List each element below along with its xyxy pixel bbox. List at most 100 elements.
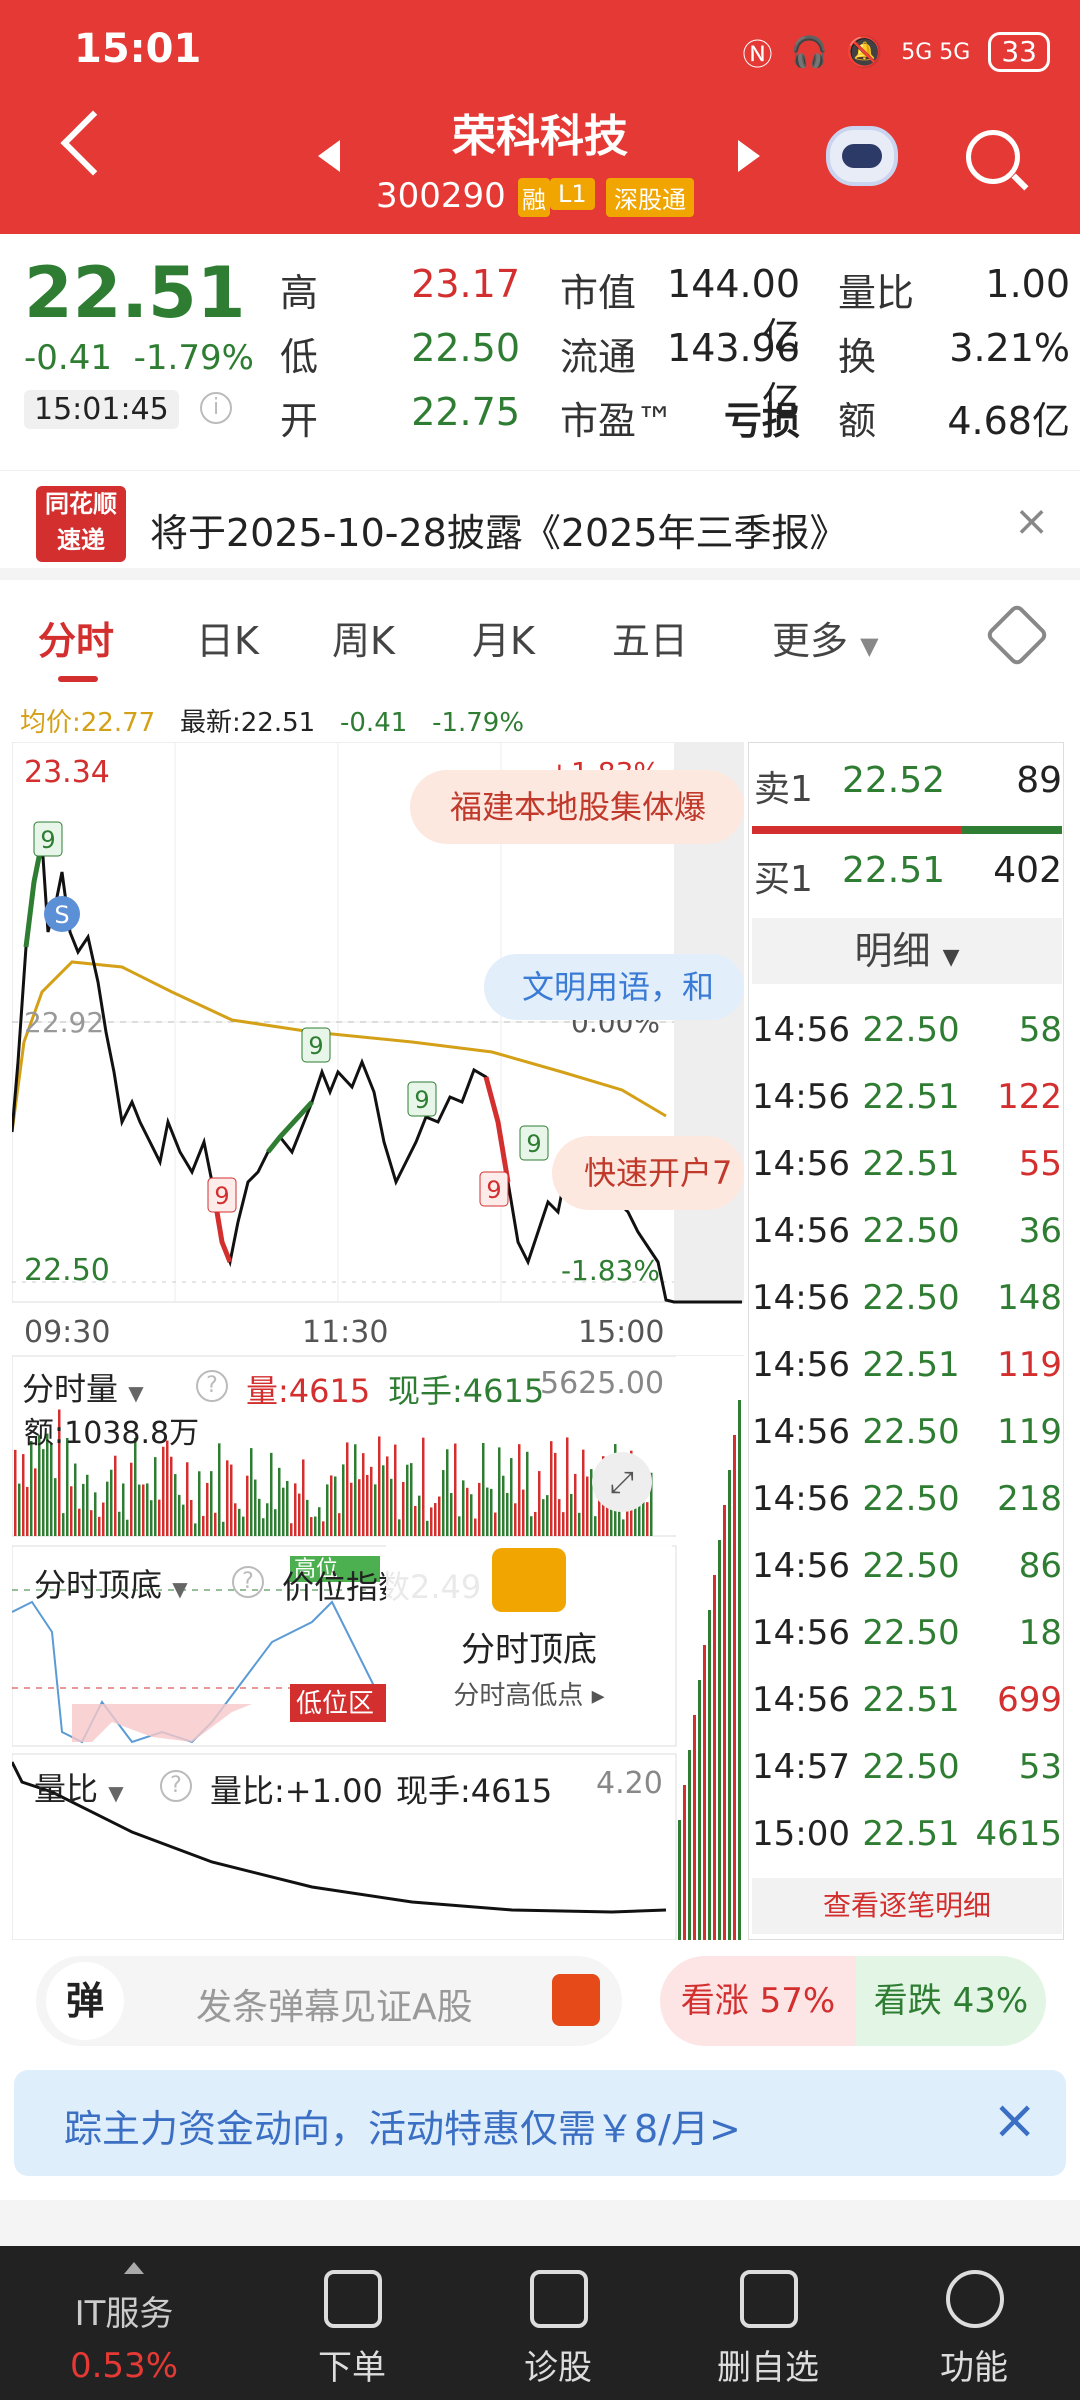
volume-bar bbox=[542, 1499, 545, 1536]
search-icon[interactable] bbox=[966, 130, 1020, 184]
volume-bar bbox=[126, 1519, 129, 1536]
nav-diagnose[interactable]: 诊股 bbox=[468, 2340, 648, 2389]
volume-bar bbox=[50, 1443, 53, 1536]
close-icon[interactable]: × bbox=[1014, 496, 1049, 545]
volume-bar bbox=[162, 1446, 165, 1536]
ratio-panel-label[interactable]: 量比 ▼ bbox=[34, 1764, 124, 1810]
volume-bar bbox=[514, 1503, 517, 1536]
value-pe: 亏损 bbox=[723, 399, 800, 443]
volume-bar bbox=[426, 1520, 429, 1536]
current-price: 22.51 bbox=[24, 252, 246, 334]
volume-bar bbox=[174, 1474, 177, 1536]
label-open: 开 bbox=[280, 399, 319, 443]
diagnose-icon[interactable] bbox=[530, 2270, 588, 2328]
chevron-up-icon[interactable] bbox=[124, 2262, 144, 2274]
volume-bar bbox=[326, 1484, 329, 1536]
topbottom-card[interactable]: 分时顶底 分时高低点 ▸ bbox=[386, 1540, 672, 1736]
volume-bar bbox=[350, 1482, 353, 1536]
label-amount: 额 bbox=[838, 399, 877, 443]
ratio-max: 4.20 bbox=[596, 1766, 663, 1801]
sell1-price: 22.52 bbox=[842, 760, 946, 801]
volume-bar bbox=[378, 1436, 381, 1536]
nav-order[interactable]: 下单 bbox=[262, 2340, 442, 2389]
robot-assistant-icon[interactable] bbox=[826, 126, 898, 186]
ratio-hand: 现手:4615 bbox=[396, 1772, 553, 1810]
promo-banner[interactable]: 踪主力资金动向，活动特惠仅需￥8/月> × bbox=[14, 2070, 1066, 2176]
menu-icon[interactable] bbox=[946, 2270, 1004, 2328]
tab-five-day[interactable]: 五日 bbox=[612, 610, 688, 665]
sector-change: 0.53% bbox=[69, 2346, 178, 2386]
volume-bar bbox=[498, 1447, 501, 1536]
topbottom-panel-label[interactable]: 分时顶底 ▼ bbox=[34, 1560, 188, 1606]
intraday-chart-area[interactable]: 9 9 9 9 9 9 S 23.34 22.92 22.50 +1.83% 0… bbox=[12, 742, 744, 1940]
volume-bar bbox=[494, 1512, 497, 1536]
volume-bar bbox=[622, 1519, 625, 1536]
close-icon[interactable]: × bbox=[992, 2088, 1037, 2151]
nav-functions[interactable]: 功能 bbox=[884, 2340, 1064, 2389]
sell1-volume: 89 bbox=[1016, 760, 1062, 801]
trade-row: 14:56 22.51 55 bbox=[752, 1144, 1062, 1184]
time-label-open: 09:30 bbox=[24, 1315, 110, 1350]
label-float-cap: 流通 bbox=[560, 335, 637, 379]
tab-daily-k[interactable]: 日K bbox=[196, 610, 259, 665]
pct-min-label: -1.83% bbox=[561, 1254, 660, 1287]
low-zone-label: 低位区 bbox=[296, 1689, 374, 1719]
view-all-trades-link[interactable]: 查看逐笔明细 bbox=[752, 1878, 1062, 1934]
volume-bar bbox=[566, 1437, 569, 1536]
tab-intraday[interactable]: 分时 bbox=[38, 610, 114, 665]
gift-icon[interactable] bbox=[552, 1974, 600, 2026]
volume-bar bbox=[342, 1464, 345, 1536]
volume-bar bbox=[70, 1486, 73, 1536]
volume-bar bbox=[446, 1449, 449, 1536]
volume-panel-label[interactable]: 分时量 ▼ bbox=[22, 1364, 144, 1410]
volume-bar bbox=[66, 1437, 69, 1536]
volume-bar bbox=[130, 1462, 133, 1536]
late-volume-bar bbox=[708, 1610, 711, 1940]
settings-icon[interactable] bbox=[984, 602, 1050, 668]
vote-bullish-button[interactable]: 看涨 57% bbox=[660, 1956, 856, 2046]
volume-bar bbox=[502, 1475, 505, 1536]
late-volume-bar bbox=[723, 1505, 726, 1940]
label-high: 高 bbox=[280, 271, 319, 315]
help-icon[interactable]: ? bbox=[232, 1566, 264, 1598]
volume-bar bbox=[466, 1487, 469, 1536]
trade-row: 14:56 22.50 148 bbox=[752, 1278, 1062, 1318]
tab-monthly-k[interactable]: 月K bbox=[472, 610, 535, 665]
volume-value: 量:4615 bbox=[246, 1372, 371, 1410]
volume-bar bbox=[274, 1509, 277, 1536]
signal-icon: 5G 5G bbox=[901, 39, 971, 65]
info-icon[interactable]: i bbox=[200, 392, 232, 424]
volume-bar bbox=[118, 1511, 121, 1536]
volume-bar bbox=[374, 1484, 377, 1536]
status-time: 15:01 bbox=[74, 26, 202, 72]
volume-bar bbox=[366, 1474, 369, 1536]
divider bbox=[0, 2200, 1080, 2246]
sector-name[interactable]: IT服务 bbox=[44, 2286, 204, 2335]
volume-bar bbox=[410, 1463, 413, 1536]
tab-weekly-k[interactable]: 周K bbox=[332, 610, 395, 665]
tab-more[interactable]: 更多 ▼ bbox=[772, 610, 879, 665]
nav-remove-watchlist[interactable]: 删自选 bbox=[678, 2340, 858, 2389]
remove-watchlist-icon[interactable] bbox=[740, 2270, 798, 2328]
volume-bar bbox=[294, 1483, 297, 1536]
news-bubble-3: 快速开户7 bbox=[584, 1154, 732, 1192]
volume-bar bbox=[570, 1493, 573, 1536]
value-low: 22.50 bbox=[411, 326, 520, 370]
vote-bearish-button[interactable]: 看跌 43% bbox=[856, 1956, 1046, 2046]
chevron-down-icon: ▼ bbox=[860, 632, 879, 660]
stock-code: 300290 bbox=[376, 176, 506, 216]
volume-bar bbox=[302, 1459, 305, 1536]
buy1-volume: 402 bbox=[993, 850, 1062, 891]
danmu-input[interactable]: 弹 发条弹幕见证A股 bbox=[36, 1956, 622, 2046]
volume-bar bbox=[166, 1440, 169, 1536]
volume-bar bbox=[390, 1478, 393, 1536]
order-icon[interactable] bbox=[324, 2270, 382, 2328]
volume-bar bbox=[42, 1449, 45, 1536]
help-icon[interactable]: ? bbox=[196, 1370, 228, 1402]
help-icon[interactable]: ? bbox=[160, 1770, 192, 1802]
next-stock-icon[interactable] bbox=[738, 140, 760, 172]
volume-bar bbox=[222, 1521, 225, 1536]
volume-bar bbox=[238, 1508, 241, 1536]
label-turnover: 换 bbox=[838, 335, 877, 379]
detail-dropdown[interactable]: 明细 ▼ bbox=[752, 918, 1062, 984]
